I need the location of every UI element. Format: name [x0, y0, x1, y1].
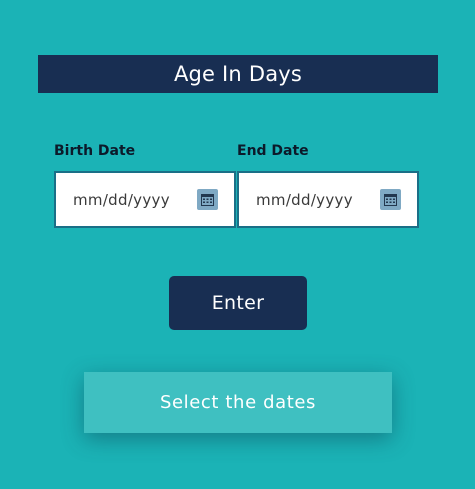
result-message: Select the dates [84, 372, 392, 433]
app-title: Age In Days [38, 55, 438, 93]
birth-date-input[interactable]: mm/dd/yyyy [54, 171, 236, 228]
birth-date-placeholder: mm/dd/yyyy [73, 190, 170, 209]
end-date-input[interactable]: mm/dd/yyyy [237, 171, 419, 228]
birth-date-label: Birth Date [54, 143, 136, 159]
calendar-icon[interactable] [380, 189, 401, 210]
calendar-icon[interactable] [197, 189, 218, 210]
end-date-label: End Date [237, 143, 309, 159]
end-date-placeholder: mm/dd/yyyy [256, 190, 353, 209]
enter-button[interactable]: Enter [169, 276, 307, 330]
